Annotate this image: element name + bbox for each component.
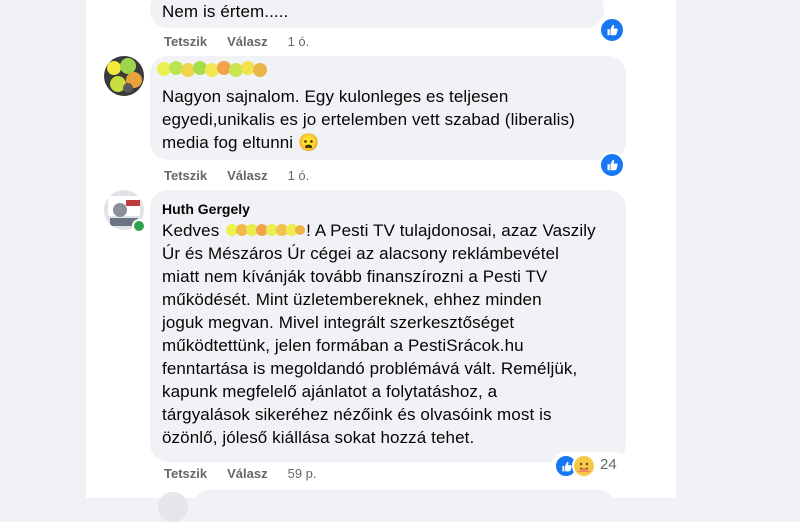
like-reaction-icon[interactable] — [599, 17, 625, 43]
avatar[interactable] — [104, 56, 144, 96]
comments-panel: Nem is értem..... Tetszik Válasz 1 ó. Na… — [86, 0, 676, 522]
comment-time[interactable]: 1 ó. — [288, 168, 310, 183]
like-button[interactable]: Tetszik — [164, 168, 207, 183]
comment-time[interactable]: 1 ó. — [288, 34, 310, 49]
reply-button[interactable]: Válasz — [227, 466, 267, 481]
like-button[interactable]: Tetszik — [164, 34, 207, 49]
avatar[interactable] — [158, 492, 188, 522]
comment-bubble-2: Nagyon sajnalom. Egy kulonleges es telje… — [150, 56, 626, 160]
comment-actions-2: Tetszik Válasz 1 ó. — [164, 168, 309, 183]
reaction-count: 24 — [600, 456, 617, 473]
redacted-mention — [224, 222, 306, 238]
like-button[interactable]: Tetszik — [164, 466, 207, 481]
thumbs-up-icon — [607, 24, 618, 36]
reactions-summary[interactable]: 24 — [552, 452, 628, 478]
care-emoji-icon — [572, 454, 596, 478]
reply-button[interactable]: Válasz — [227, 34, 267, 49]
comment-actions-3: Tetszik Válasz 59 p. — [164, 466, 317, 481]
comment-author[interactable]: Huth Gergely — [162, 200, 250, 218]
comment-text-body: ! A Pesti TV tulajdonosai, azaz Vaszily … — [162, 221, 596, 447]
reply-button[interactable]: Válasz — [227, 168, 267, 183]
comment-time[interactable]: 59 p. — [288, 466, 317, 481]
comment-bubble-1: Nem is értem..... — [150, 0, 604, 28]
online-status-icon — [132, 219, 146, 233]
comment-actions-1: Tetszik Válasz 1 ó. — [164, 34, 309, 49]
like-reaction-icon[interactable] — [599, 152, 625, 178]
comment-text-1: Nem is értem..... — [162, 2, 289, 21]
comment-text-prefix: Kedves — [162, 221, 225, 240]
comment-bubble-next — [194, 490, 614, 520]
comment-text-3: Kedves ! A Pesti TV tulajdonosai, azaz V… — [162, 219, 596, 449]
comment-bubble-3: Huth Gergely Kedves ! A Pesti TV tulajdo… — [150, 190, 626, 462]
redacted-author-name — [157, 61, 267, 77]
comment-text-2: Nagyon sajnalom. Egy kulonleges es telje… — [162, 87, 575, 152]
thumbs-up-icon — [607, 159, 618, 171]
